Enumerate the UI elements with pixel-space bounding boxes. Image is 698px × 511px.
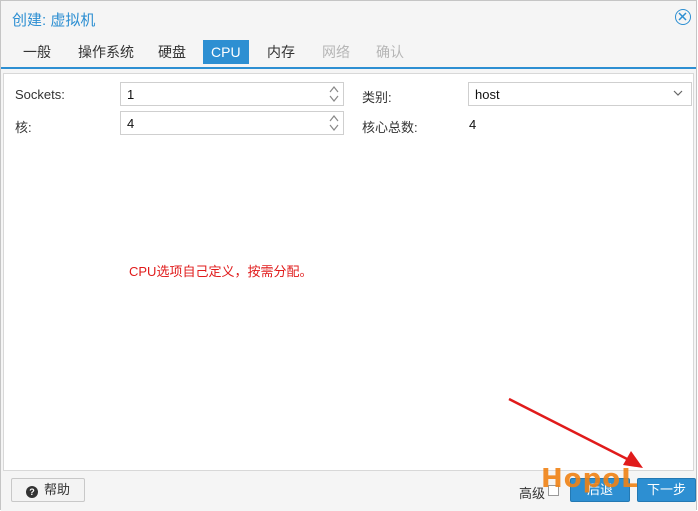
create-vm-dialog: 创建: 虚拟机 一般 操作系统 硬盘 CPU 内存 网络 确认 Sockets:… [0, 0, 697, 511]
spinner-arrows-icon[interactable] [329, 85, 339, 103]
total-cores-label: 核心总数: [362, 120, 418, 135]
cores-spinner[interactable]: 4 [120, 111, 344, 135]
cores-label: 核: [15, 120, 32, 135]
sockets-label: Sockets: [15, 87, 65, 102]
chevron-down-icon [673, 90, 683, 96]
close-button[interactable] [675, 9, 691, 25]
watermark-logo: HopoL [541, 464, 639, 494]
tab-network: 网络 [322, 44, 350, 60]
next-button[interactable]: 下一步 [637, 478, 696, 502]
tab-confirm: 确认 [376, 44, 404, 60]
tab-disk[interactable]: 硬盘 [150, 40, 194, 64]
dialog-title: 创建: 虚拟机 [12, 12, 96, 29]
annotation-note: CPU选项自己定义，按需分配。 [129, 264, 313, 279]
close-icon [678, 12, 687, 21]
sockets-spinner[interactable]: 1 [120, 82, 344, 106]
cpu-type-select[interactable]: host [468, 82, 692, 106]
tab-memory[interactable]: 内存 [259, 40, 303, 64]
help-button[interactable]: ? 帮助 [11, 478, 85, 502]
type-label: 类别: [362, 90, 392, 105]
cpu-type-value: host [475, 87, 500, 102]
tab-general[interactable]: 一般 [15, 40, 59, 64]
question-icon: ? [25, 486, 38, 498]
cores-value: 4 [127, 116, 135, 131]
sockets-value: 1 [127, 87, 135, 102]
total-cores-value: 4 [469, 117, 477, 132]
dialog-titlebar: 创建: 虚拟机 [1, 1, 696, 35]
tab-bar: 一般 操作系统 硬盘 CPU 内存 网络 确认 [1, 37, 696, 69]
tab-cpu[interactable]: CPU [203, 40, 249, 64]
help-button-label: 帮助 [43, 482, 70, 497]
tab-os[interactable]: 操作系统 [70, 40, 142, 64]
spinner-arrows-icon[interactable] [329, 114, 339, 132]
